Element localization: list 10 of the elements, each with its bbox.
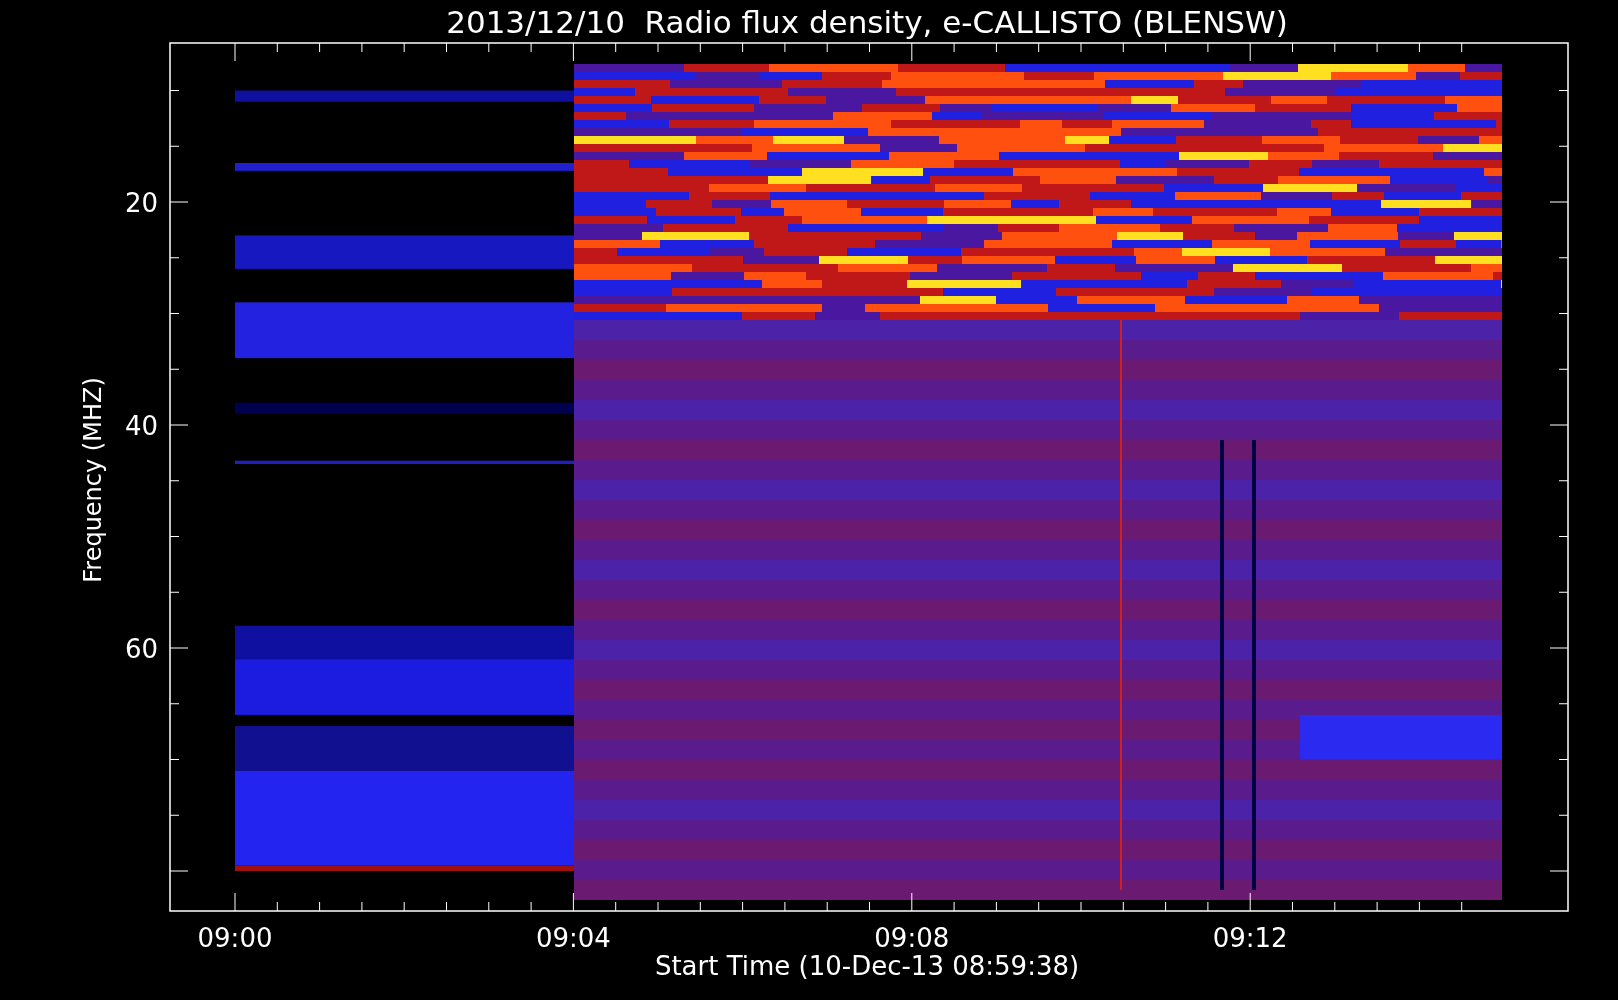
x-tick-label: 09:12	[1212, 923, 1288, 953]
x-tick-label: 09:04	[535, 923, 611, 953]
x-tick-label: 09:00	[197, 923, 273, 953]
y-axis-label: Frequency (MHZ)	[79, 377, 107, 583]
y-tick-label: 20	[124, 188, 158, 218]
y-tick-label: 60	[124, 634, 158, 664]
x-tick-label: 09:08	[874, 923, 950, 953]
chart-title: 2013/12/10 Radio flux density, e-CALLISTO (BLENSW)	[446, 4, 1288, 40]
x-axis-label: Start Time (10-Dec-13 08:59:38)	[654, 951, 1080, 981]
y-tick-label: 40	[124, 411, 158, 441]
